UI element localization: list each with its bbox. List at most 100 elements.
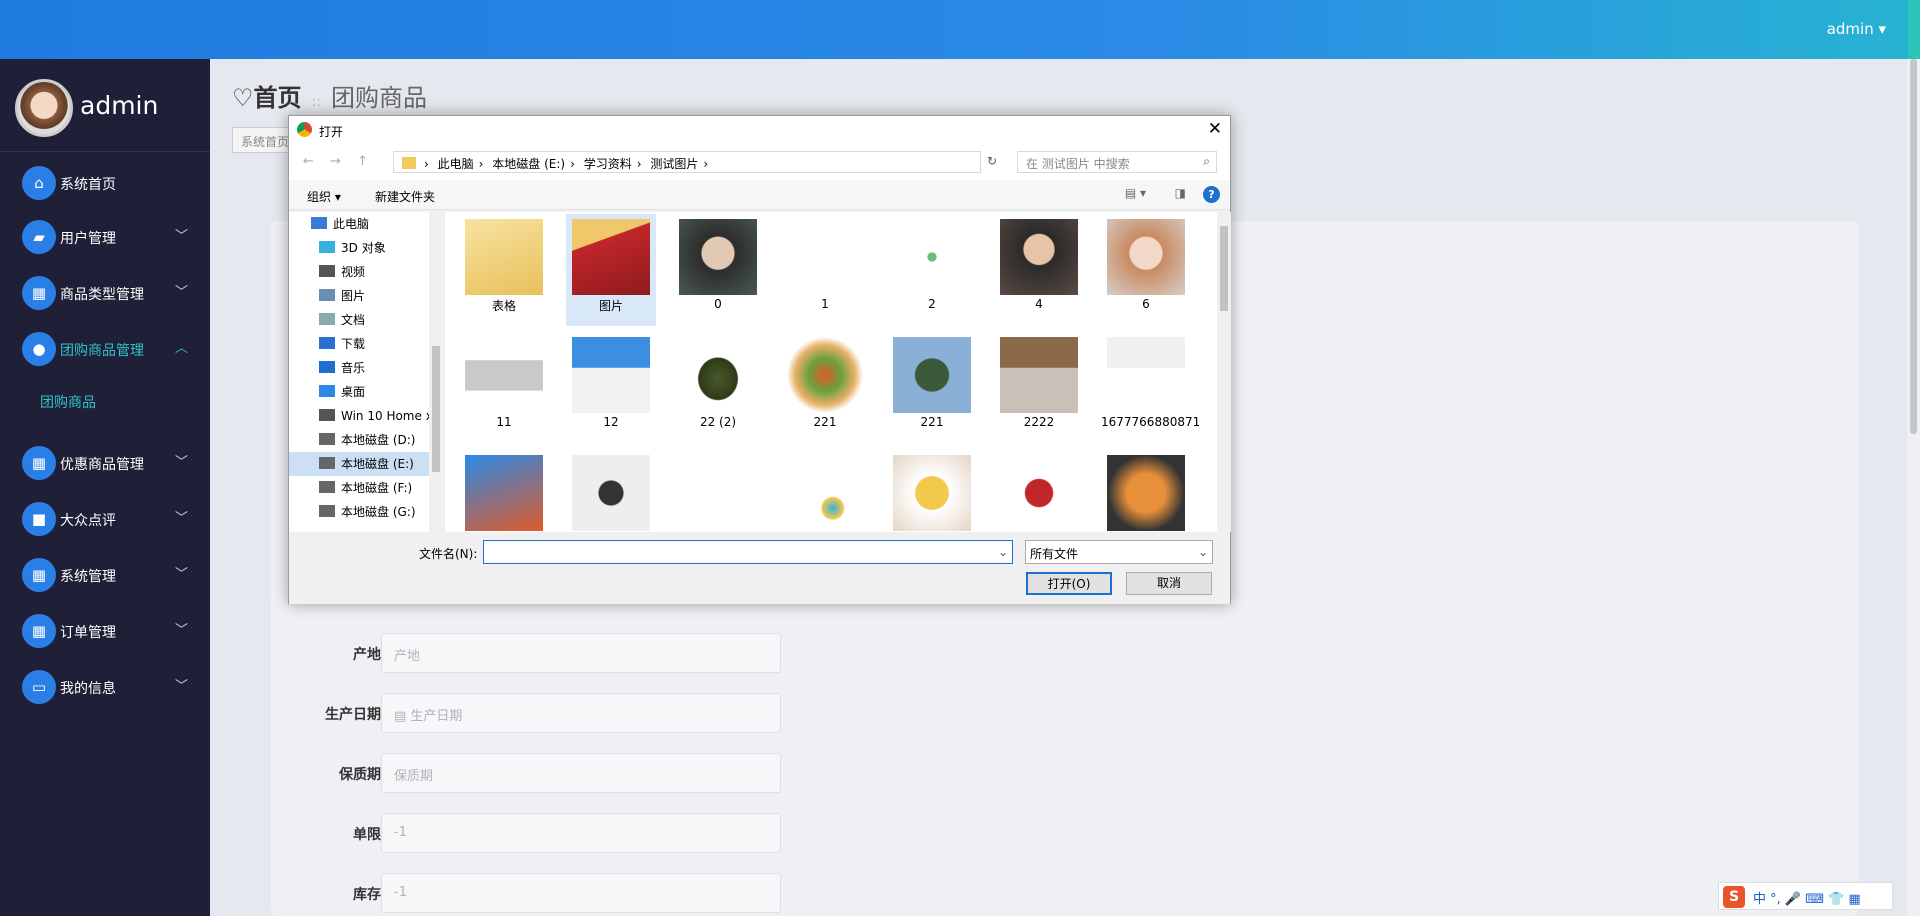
tab-home[interactable]: 系统首页 (232, 127, 292, 153)
page-scrollbar-thumb[interactable] (1910, 59, 1917, 434)
sidebar-item[interactable]: ▦ 订单管理 ﹀ (0, 607, 210, 655)
sidebar-item[interactable]: ▦ 商品类型管理 ﹀ (0, 269, 210, 317)
open-button[interactable]: 打开(O) (1026, 572, 1112, 595)
file-item[interactable]: 2222 (994, 332, 1084, 444)
path-crumb[interactable]: 此电脑 (438, 157, 474, 171)
nav-pane-scrollbar[interactable] (429, 212, 443, 532)
path-crumb[interactable]: 学习资料 (584, 157, 632, 171)
folder-item[interactable]: 图片 (566, 214, 656, 326)
file-item[interactable] (887, 450, 977, 532)
help-icon[interactable]: ? (1203, 186, 1220, 203)
sidebar-item[interactable]: ▦ 优惠商品管理 ﹀ (0, 439, 210, 487)
file-item[interactable]: 1 (780, 214, 870, 326)
nav-pane-scroll-thumb[interactable] (432, 346, 440, 472)
file-name: 11 (496, 415, 512, 429)
filetype-select[interactable]: 所有文件 ⌄ (1025, 540, 1213, 564)
folder-item[interactable]: 表格 (459, 214, 549, 326)
tree-item-label: 本地磁盘 (D:) (341, 433, 416, 447)
breadcrumb-home[interactable]: 首页 (254, 84, 302, 112)
nav-tree-item[interactable]: 本地磁盘 (E:) (319, 452, 414, 476)
file-item[interactable]: 12 (566, 332, 656, 444)
tree-item-label: 本地磁盘 (F:) (341, 481, 413, 495)
new-folder-button[interactable]: 新建文件夹 (375, 188, 435, 205)
form-input[interactable]: -1 (381, 873, 781, 913)
cancel-button[interactable]: 取消 (1126, 572, 1212, 595)
file-item[interactable] (1101, 450, 1191, 532)
file-item[interactable] (994, 450, 1084, 532)
form-input[interactable]: -1 (381, 813, 781, 853)
nav-tree-item[interactable]: 下载 (319, 332, 365, 356)
filename-input[interactable]: ⌄ (483, 540, 1013, 564)
tree-item-label: 音乐 (341, 361, 366, 375)
file-item[interactable]: 22 (2) (673, 332, 763, 444)
nav-tree-item[interactable]: 此电脑 (311, 212, 369, 236)
file-item[interactable]: 1677766880871 (1101, 332, 1200, 444)
user-menu[interactable]: admin ▾ (1827, 20, 1886, 38)
nav-tree-item[interactable]: 桌面 (319, 380, 365, 404)
image-thumbnail (465, 337, 543, 413)
navigation-pane: 此电脑 3D 对象 视频 图片 文档 下载音乐桌面 Win 10 Home x 本地磁盘 (D… (289, 212, 443, 532)
submenu-item-group-goods[interactable]: 团购商品 (40, 392, 96, 412)
form-label: 产地 (353, 647, 381, 663)
nav-tree-item[interactable]: 视频 (319, 260, 365, 284)
view-mode-icon[interactable]: ▤ ▾ (1125, 186, 1146, 200)
file-item[interactable]: 221 (780, 332, 870, 444)
nav-tree-item[interactable]: 文档 (319, 308, 365, 332)
ime-controls[interactable]: 中 °, 🎤 ⌨ 👕 ▦ (1753, 892, 1861, 907)
sidebar-item[interactable]: ● 团购商品管理 ︿ (0, 325, 210, 373)
organize-button[interactable]: 组织 ▾ (307, 188, 341, 205)
file-list-scroll-thumb[interactable] (1220, 226, 1228, 311)
nav-tree-item[interactable]: 本地磁盘 (F:) (319, 476, 412, 500)
path-crumb[interactable]: 本地磁盘 (E:) (492, 157, 565, 171)
image-thumbnail (1107, 455, 1185, 531)
path-crumb[interactable]: 测试图片 (650, 157, 698, 171)
sidebar-item[interactable]: ⌂ 系统首页 (0, 159, 210, 207)
file-open-dialog: 打开 ✕ ← → ↑ › 此电脑 › 本地磁盘 (E:) › 学习资料 › 测试图片 ›… (288, 115, 1231, 604)
file-item[interactable]: 221 (887, 332, 977, 444)
refresh-icon[interactable]: ↻ (987, 154, 997, 168)
tree-item-icon (319, 409, 335, 421)
chevron-down-icon: ﹀ (174, 679, 188, 694)
file-item[interactable] (780, 450, 870, 532)
nav-tree-item[interactable]: 图片 (319, 284, 365, 308)
file-item[interactable]: 6 (1101, 214, 1191, 326)
path-box[interactable]: › 此电脑 › 本地磁盘 (E:) › 学习资料 › 测试图片 › (393, 151, 981, 173)
chevron-down-icon: ﹀ (174, 567, 188, 582)
preview-pane-icon[interactable]: ◨ (1175, 186, 1186, 200)
nav-tree-item[interactable]: 3D 对象 (319, 236, 386, 260)
file-item[interactable] (566, 450, 656, 532)
nav-tree-item[interactable]: 本地磁盘 (G:) (319, 500, 416, 524)
tree-item-icon (319, 241, 335, 253)
form-input[interactable]: ▤ 生产日期 (381, 693, 781, 733)
close-icon[interactable]: ✕ (1208, 119, 1222, 139)
form-input[interactable]: 保质期 (381, 753, 781, 793)
file-item[interactable]: 2 (887, 214, 977, 326)
heart-icon: ♡ (232, 84, 254, 112)
sidebar-item[interactable]: ▭ 我的信息 ﹀ (0, 663, 210, 711)
form-input[interactable]: 产地 (381, 633, 781, 673)
sidebar-item[interactable]: ■ 大众点评 ﹀ (0, 495, 210, 543)
sidebar-item[interactable]: ▦ 系统管理 ﹀ (0, 551, 210, 599)
page-scrollbar[interactable] (1907, 59, 1920, 916)
chevron-up-icon: ︿ (174, 341, 188, 356)
filename-label: 文件名(N): (419, 547, 478, 561)
nav-tree-item[interactable]: Win 10 Home x (319, 404, 433, 428)
sidebar-item[interactable]: ▰ 用户管理 ﹀ (0, 213, 210, 261)
search-input[interactable]: 在 测试图片 中搜索 ⌕ (1017, 151, 1217, 173)
image-thumbnail (1000, 219, 1078, 295)
image-thumbnail (786, 455, 864, 531)
ime-toolbar[interactable]: S 中 °, 🎤 ⌨ 👕 ▦ (1718, 882, 1893, 910)
file-item[interactable]: 0 (673, 214, 763, 326)
nav-arrows[interactable]: ← → ↑ (303, 154, 374, 169)
file-item[interactable] (673, 450, 763, 532)
image-thumbnail (679, 337, 757, 413)
nav-tree-item[interactable]: 本地磁盘 (D:) (319, 428, 415, 452)
grid-icon: ▦ (22, 558, 56, 592)
nav-tree-item[interactable]: 音乐 (319, 356, 365, 380)
chevron-down-icon: ﹀ (174, 285, 188, 300)
chevron-down-icon[interactable]: ⌄ (998, 545, 1008, 559)
file-list-scrollbar[interactable] (1217, 212, 1231, 532)
file-item[interactable]: 11 (459, 332, 549, 444)
file-item[interactable]: 4 (994, 214, 1084, 326)
file-item[interactable] (459, 450, 549, 532)
